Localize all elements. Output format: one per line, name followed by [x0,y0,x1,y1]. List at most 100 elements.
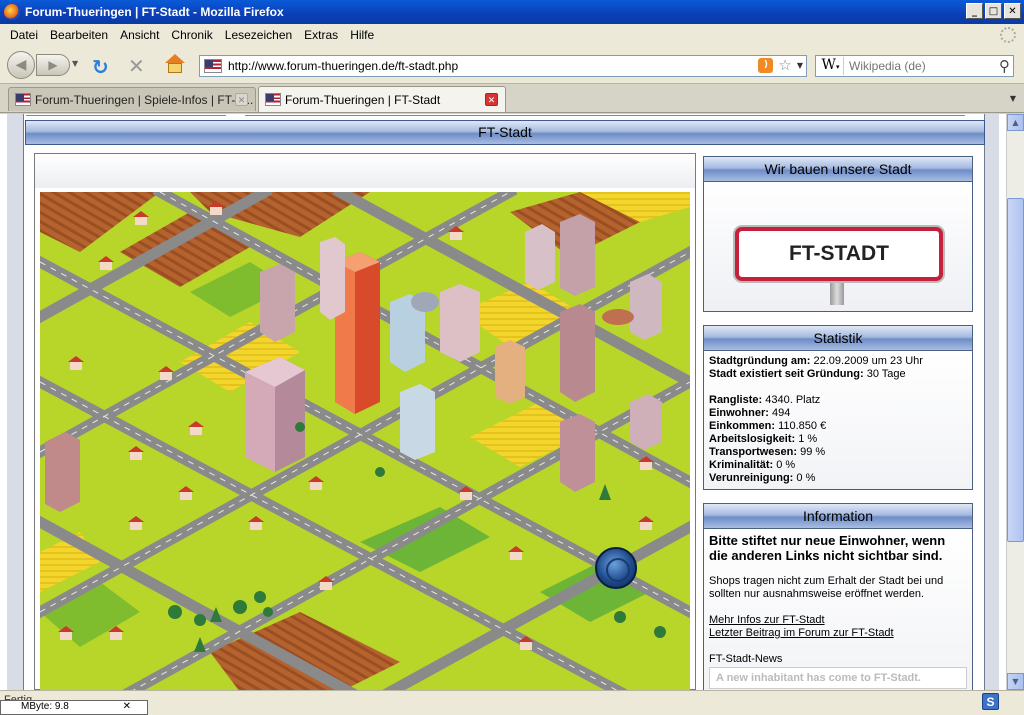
info-text: Shops tragen nicht zum Erhalt der Stadt … [709,575,944,600]
home-icon-base [168,63,182,73]
city-map-panel [34,153,696,690]
vertical-scrollbar[interactable]: ▲ ▼ [1006,114,1024,690]
status-addon-s-icon[interactable]: S [982,693,999,710]
popup-close-icon[interactable]: ✕ [123,701,131,712]
stat-row: Stadt existiert seit Gründung: 30 Tage [709,368,967,381]
menu-chronik[interactable]: Chronik [165,28,218,42]
search-input[interactable] [849,59,999,73]
firefox-icon [4,4,20,20]
stat-label: Verunreinigung: [709,472,794,484]
tab-close-icon[interactable]: ✕ [235,93,248,106]
news-ticker: A new inhabitant has come to FT-Stadt. [709,667,967,689]
menu-datei[interactable]: Datei [4,28,44,42]
back-button[interactable]: ◀ [7,51,35,79]
stat-label: Einkommen: [709,420,776,432]
url-text[interactable]: http://www.forum-thueringen.de/ft-stadt.… [228,59,458,73]
map-navigation-orb-icon[interactable] [595,547,637,589]
stat-row: Arbeitslosigkeit: 1 % [709,433,967,446]
stat-value: 30 Tage [866,368,906,380]
stat-value: 99 % [800,446,826,458]
scroll-up-icon[interactable]: ▲ [1007,114,1024,131]
stat-label: Arbeitslosigkeit: [709,433,796,445]
stat-value: 1 % [798,433,818,445]
memory-usage-text: MByte: 9.8 [21,701,69,712]
last-forum-post-link[interactable]: Letzter Beitrag im Forum zur FT-Stadt [709,627,967,640]
build-city-body: FT-STADT [704,182,972,311]
stat-row: Rangliste: 4340. Platz [709,394,967,407]
stat-row: Transportwesen: 99 % [709,446,967,459]
history-dropdown-icon[interactable]: ▼ [72,59,78,68]
info-links: Mehr Infos zur FT-Stadt Letzter Beitrag … [709,614,967,640]
stat-value: 0 % [776,459,796,471]
menu-hilfe[interactable]: Hilfe [344,28,380,42]
menu-bar: Datei Bearbeiten Ansicht Chronik Lesezei… [0,24,1024,46]
stat-value: 4340. Platz [765,394,821,406]
tab-favicon-icon [265,93,281,106]
minimize-button[interactable]: _ [966,3,983,19]
information-box: Information Bitte stiftet nur neue Einwo… [703,503,973,690]
reload-button[interactable]: ↻ [92,55,109,79]
site-favicon-icon [204,59,222,73]
menu-bearbeiten[interactable]: Bearbeiten [44,28,114,42]
page-top-rule [26,114,226,116]
home-button[interactable] [164,54,186,74]
information-body: Bitte stiftet nur neue Einwohner, wenn d… [704,529,972,690]
page-content: FT-Stadt Wir bauen unsere Stadt FT-STADT… [0,114,1006,690]
city-map-illustration [40,192,690,690]
menu-ansicht[interactable]: Ansicht [114,28,165,42]
statistics-body: Stadtgründung am: 22.09.2009 um 23 Uhr S… [704,351,972,489]
search-bar[interactable]: W▾ ⚲ [815,55,1014,77]
close-button[interactable]: ✕ [1004,3,1021,19]
tab-spiele-infos[interactable]: Forum-Thueringen | Spiele-Infos | FT-S..… [8,87,256,111]
tab-ft-stadt[interactable]: Forum-Thueringen | FT-Stadt ✕ [258,86,506,112]
throbber-icon [1000,27,1016,43]
tab-close-icon[interactable]: ✕ [485,93,498,106]
map-panel-header [35,154,695,188]
window-controls: _ □ ✕ [966,3,1021,19]
statistics-box: Statistik Stadtgründung am: 22.09.2009 u… [703,325,973,490]
stat-label: Stadt existiert seit Gründung: [709,368,864,380]
tab-bar: Forum-Thueringen | Spiele-Infos | FT-S..… [0,84,1024,113]
build-city-title: Wir bauen unsere Stadt [704,157,972,182]
bookmark-star-icon[interactable]: ☆ [778,58,791,73]
stat-label: Einwohner: [709,407,769,419]
menu-extras[interactable]: Extras [298,28,344,42]
city-map[interactable] [40,192,690,690]
search-engine-dropdown-icon: ▾ [835,63,840,71]
town-sign-logo: FT-STADT [735,227,943,281]
stat-label: Kriminalität: [709,459,774,471]
window-title: Forum-Thueringen | FT-Stadt - Mozilla Fi… [25,5,284,19]
stat-value: 22.09.2009 um 23 Uhr [813,355,923,367]
scrollbar-thumb[interactable] [1007,198,1024,542]
stat-value: 494 [771,407,791,419]
search-engine-selector[interactable]: W▾ [818,57,844,75]
stat-row: Einkommen: 110.850 € [709,420,967,433]
rss-feed-icon[interactable]: ) [758,58,774,73]
status-bar: Fertig S [0,690,1024,715]
stat-value: 0 % [796,472,816,484]
maximize-button[interactable]: □ [985,3,1002,19]
more-info-link[interactable]: Mehr Infos zur FT-Stadt [709,614,967,627]
memory-popup: MByte: 9.8 ✕ [0,700,148,715]
home-icon [165,54,185,63]
url-dropdown-icon[interactable]: ▼ [797,61,803,70]
tab-label: Forum-Thueringen | FT-Stadt [285,92,441,107]
search-magnifier-icon[interactable]: ⚲ [999,57,1010,75]
stat-row: Kriminalität: 0 % [709,459,967,472]
navigation-toolbar: ◀ ▶ ▼ ↻ ✕ http://www.forum-thueringen.de… [0,46,1024,84]
forward-button[interactable]: ▶ [36,54,70,76]
page-top-rule [245,114,965,116]
address-bar[interactable]: http://www.forum-thueringen.de/ft-stadt.… [199,55,807,77]
scroll-down-icon[interactable]: ▼ [1007,673,1024,690]
information-title: Information [704,504,972,529]
stat-label: Stadtgründung am: [709,355,811,367]
tab-list-dropdown-icon[interactable]: ▼ [1010,94,1016,103]
town-sign-post [830,283,844,305]
menu-lesezeichen[interactable]: Lesezeichen [219,28,298,42]
stop-button[interactable]: ✕ [128,54,145,78]
page-header: FT-Stadt [25,120,985,145]
statistics-title: Statistik [704,326,972,351]
info-headline: Bitte stiftet nur neue Einwohner, wenn d… [709,533,946,563]
url-bar-icons: ) ☆ ▼ [758,58,803,73]
stat-value: 110.850 € [778,420,827,432]
